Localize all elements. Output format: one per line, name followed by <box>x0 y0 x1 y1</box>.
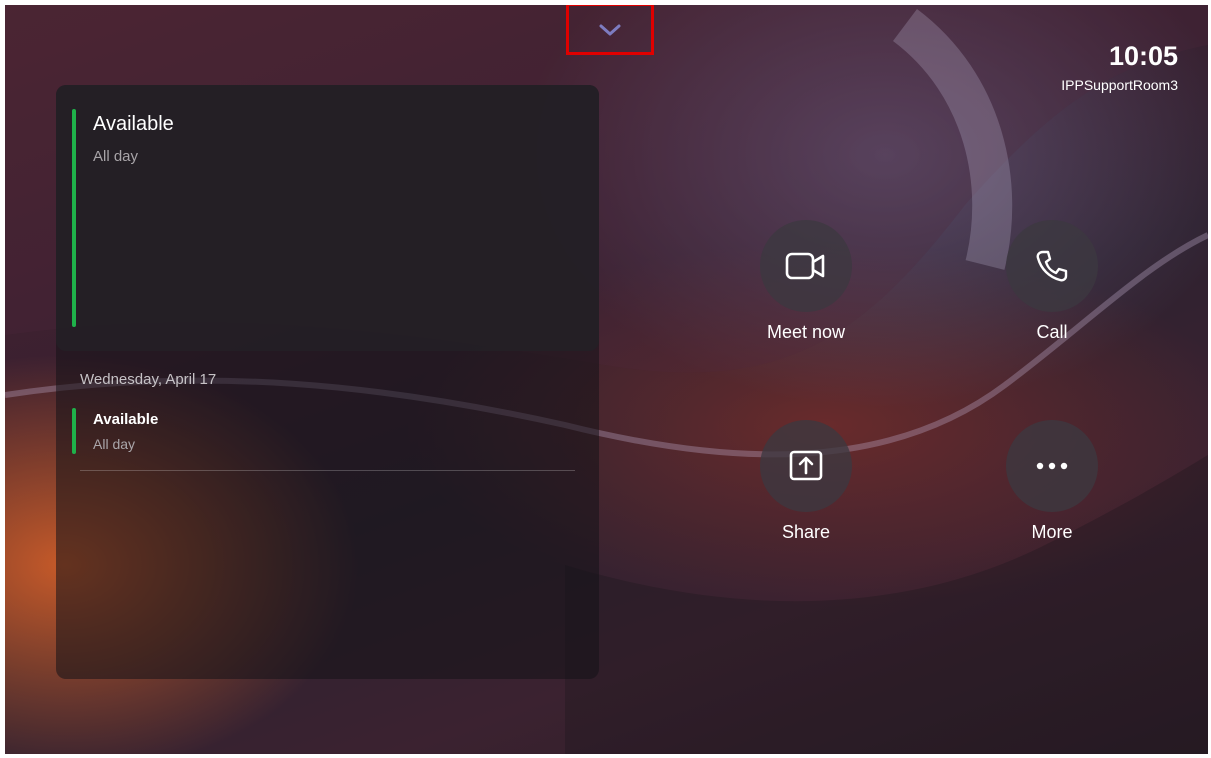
call-button[interactable]: Call <box>982 220 1122 343</box>
more-label: More <box>1031 522 1073 542</box>
more-button[interactable]: More <box>982 420 1122 543</box>
more-circle[interactable] <box>1006 420 1098 512</box>
event-duration: All day <box>93 436 136 452</box>
event-status: Available <box>93 411 159 428</box>
call-circle[interactable] <box>1006 220 1098 312</box>
current-status-card[interactable]: Available All day <box>56 85 599 351</box>
share-circle[interactable] <box>760 420 852 512</box>
current-status: Available <box>93 113 174 135</box>
share-label: Share <box>781 522 831 542</box>
room-name: IPPSupportRoom3 <box>1061 77 1178 93</box>
share-button[interactable]: Share <box>736 420 876 543</box>
more-options-icon <box>1036 462 1068 470</box>
share-screen-icon <box>789 450 823 481</box>
date-header: Wednesday, April 17 <box>80 371 217 388</box>
phone-icon <box>1036 250 1068 282</box>
highlight-annotation <box>566 5 654 55</box>
meet-now-button[interactable]: Meet now <box>736 220 876 343</box>
current-duration: All day <box>93 148 139 165</box>
availability-indicator <box>72 408 76 454</box>
meet-now-circle[interactable] <box>760 220 852 312</box>
clock: 10:05 <box>1108 41 1178 71</box>
call-label: Call <box>1036 322 1068 342</box>
availability-indicator <box>72 109 76 327</box>
divider <box>80 470 575 471</box>
calendar-panel: Available All day Wednesday, April 17 Av… <box>56 85 599 679</box>
home-screen: 10:05 IPPSupportRoom3 Available All day … <box>5 5 1208 754</box>
meet-now-label: Meet now <box>766 322 846 342</box>
video-camera-icon <box>785 252 825 280</box>
